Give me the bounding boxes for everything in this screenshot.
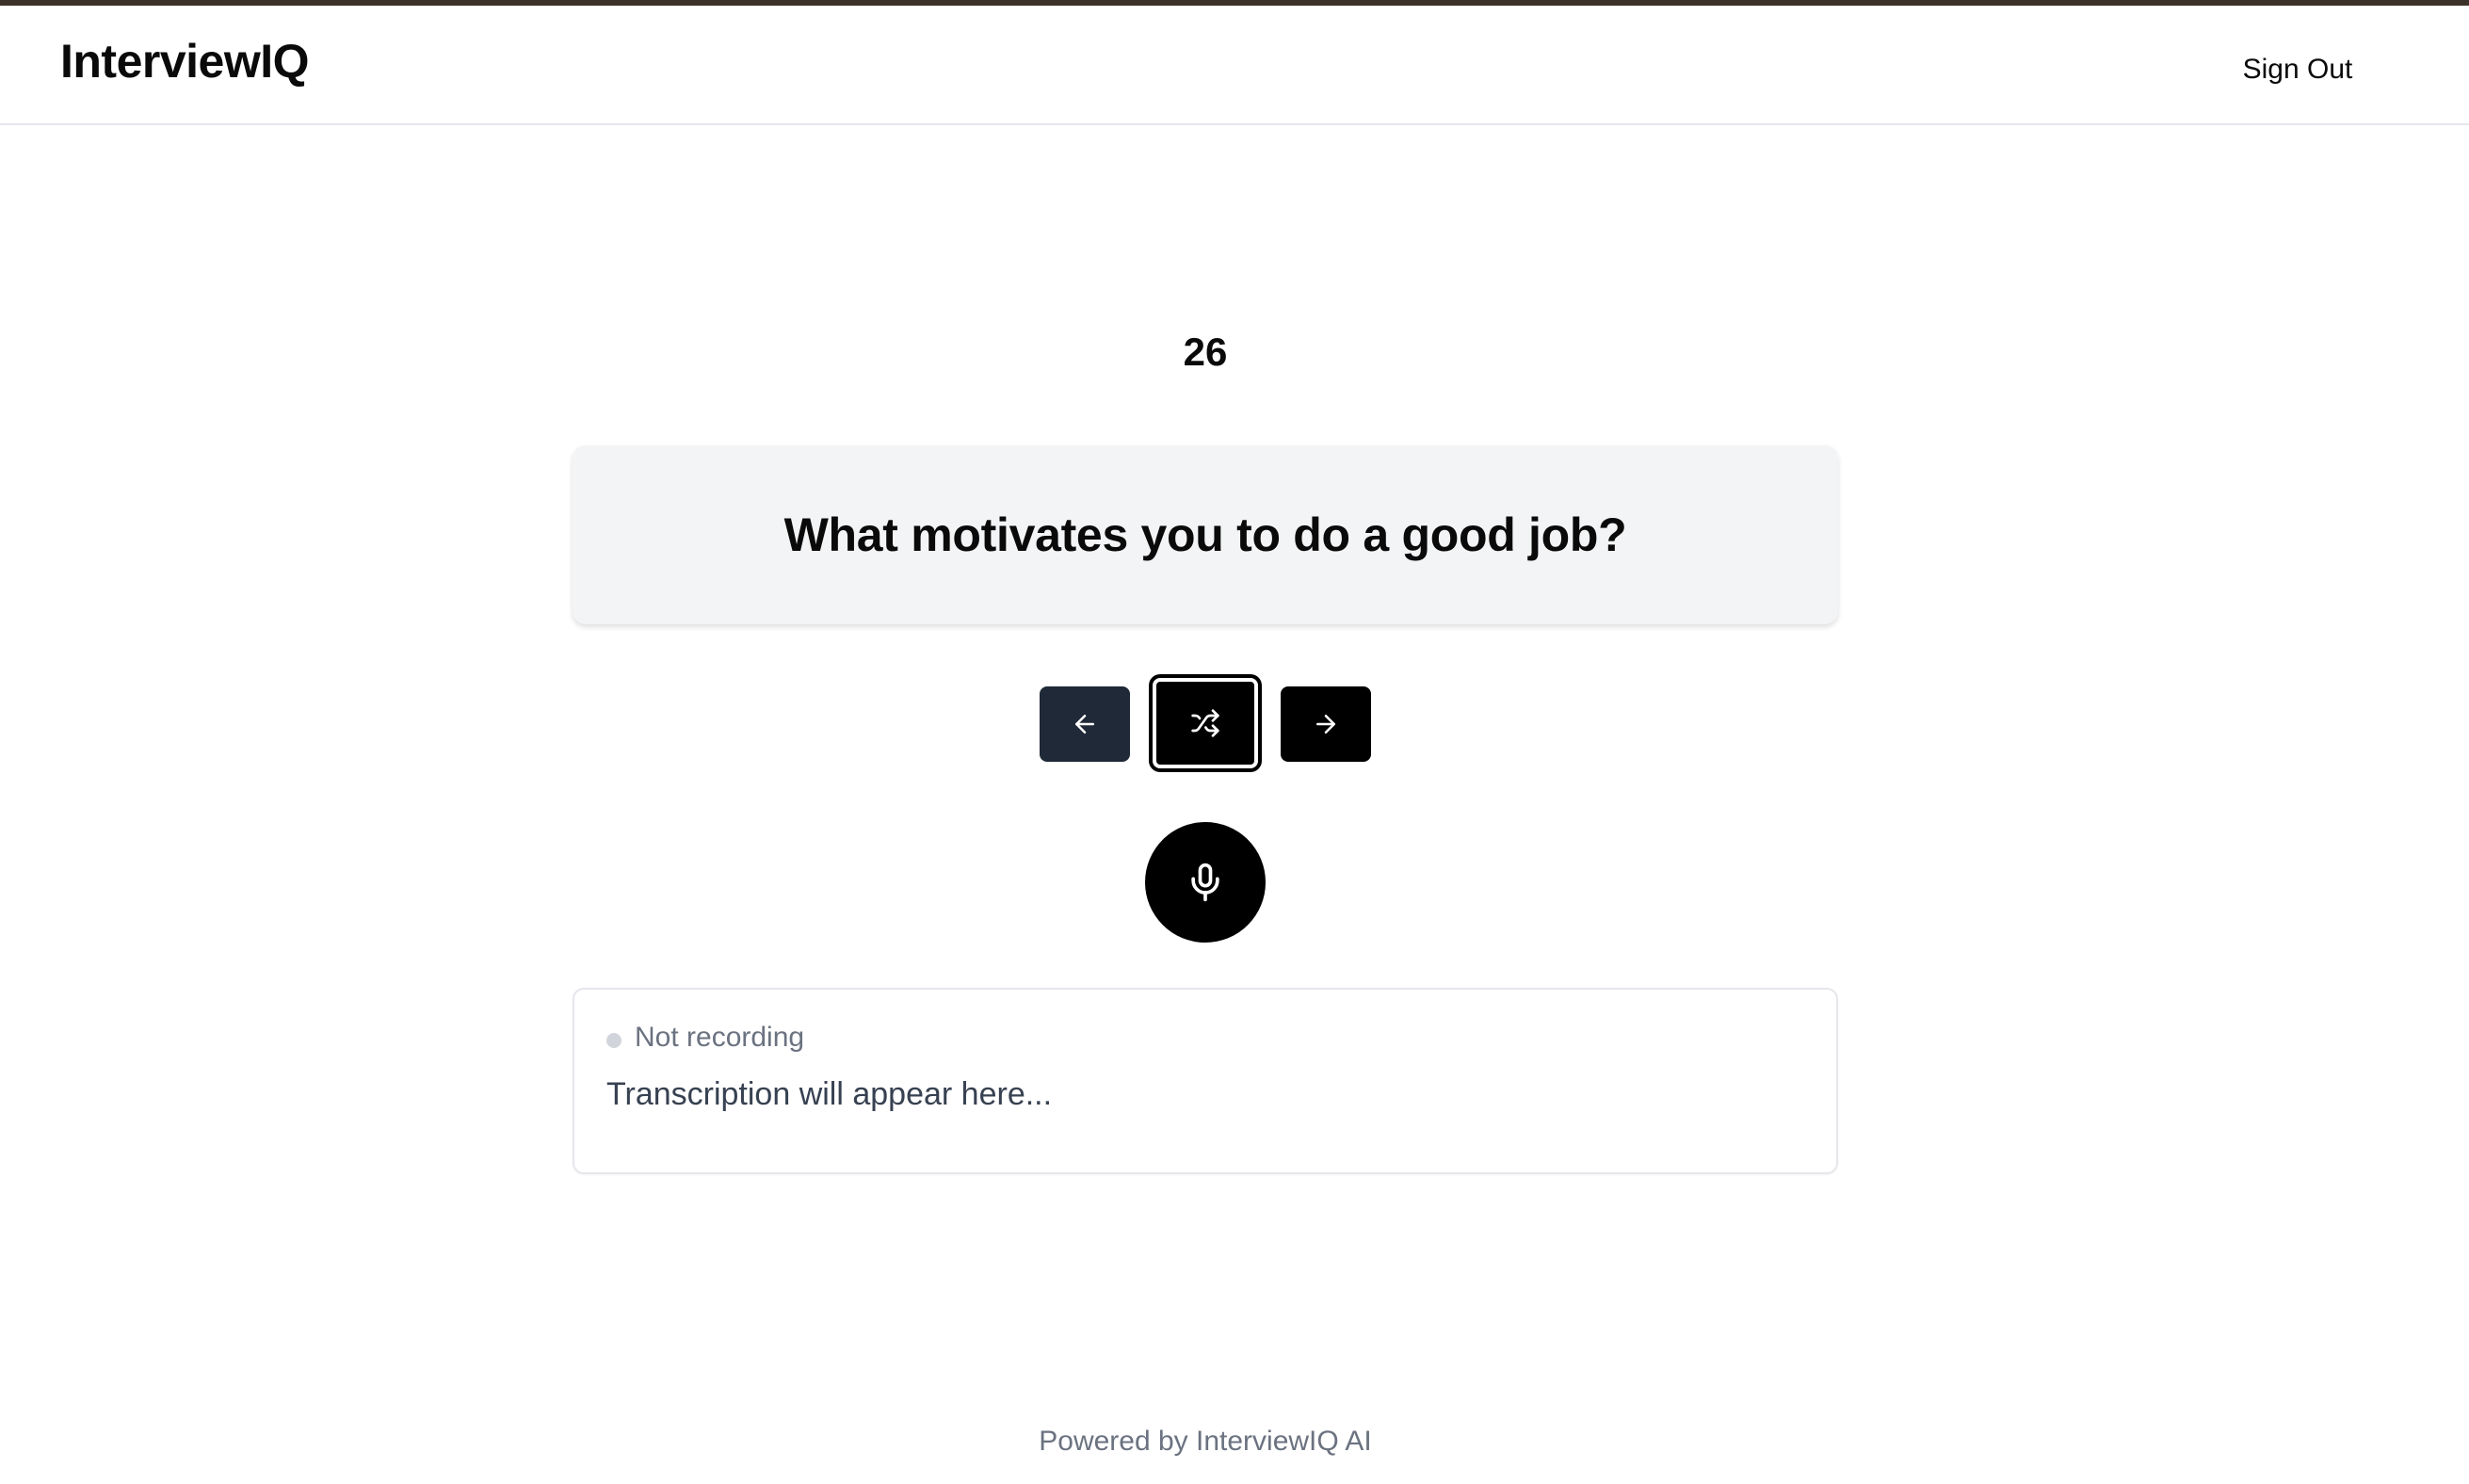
question-number: 26	[1183, 330, 1228, 374]
sign-out-button[interactable]: Sign Out	[2222, 40, 2373, 100]
app-header: InterviewIQ Sign Out	[0, 6, 2469, 125]
recording-status: Not recording	[635, 1022, 805, 1053]
previous-question-button[interactable]	[1040, 686, 1130, 762]
record-button[interactable]	[1145, 822, 1266, 943]
question-card: What motivates you to do a good job?	[573, 445, 1838, 624]
shuffle-question-button[interactable]	[1153, 678, 1258, 768]
footer-credit: Powered by InterviewIQ AI	[1039, 1426, 1372, 1457]
shuffle-icon	[1191, 709, 1219, 737]
transcription-panel: Not recording Transcription will appear …	[573, 988, 1838, 1174]
recording-status-dot	[606, 1033, 621, 1048]
arrow-left-icon	[1075, 715, 1094, 734]
microphone-icon	[1191, 863, 1219, 902]
next-question-button[interactable]	[1281, 686, 1371, 762]
transcription-text: Transcription will appear here...	[606, 1076, 1053, 1112]
question-text: What motivates you to do a good job?	[783, 508, 1627, 561]
arrow-right-icon	[1316, 715, 1335, 734]
brand-logo[interactable]: InterviewIQ	[60, 34, 310, 89]
